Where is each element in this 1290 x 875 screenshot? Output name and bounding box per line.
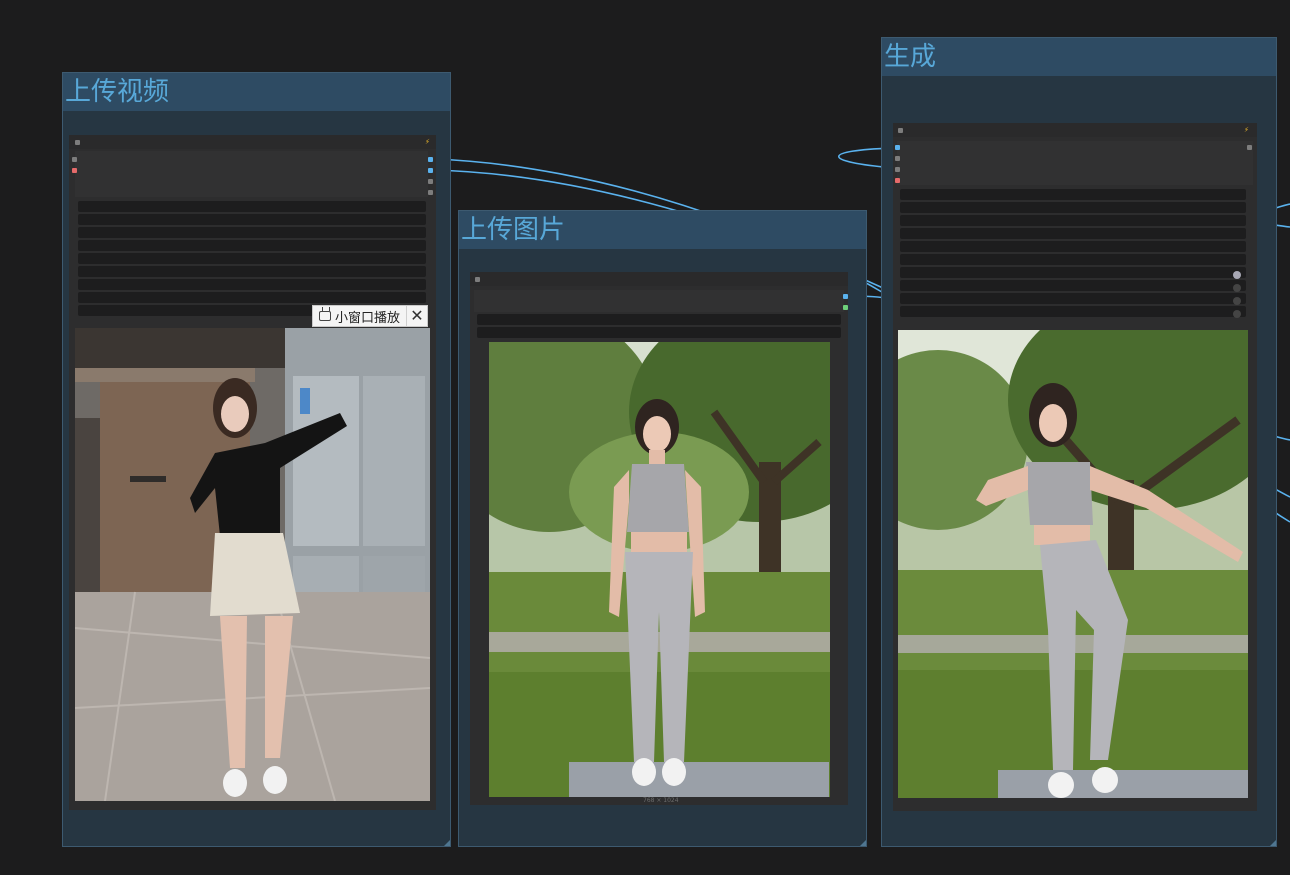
group-title-upload-image[interactable]: 上传图片 (459, 211, 866, 249)
toggle-switch[interactable] (1233, 284, 1241, 292)
widget[interactable] (78, 253, 426, 264)
widget[interactable] (477, 314, 841, 325)
input-slot[interactable] (895, 145, 900, 150)
widget[interactable] (900, 202, 1246, 213)
input-slot[interactable] (895, 178, 900, 183)
widget[interactable] (900, 267, 1246, 278)
widget[interactable] (78, 214, 426, 225)
widget[interactable] (78, 227, 426, 238)
widget[interactable] (900, 215, 1246, 226)
node-io-area (897, 141, 1253, 185)
output-slot[interactable] (428, 157, 433, 162)
video-preview[interactable] (75, 328, 430, 801)
node-header[interactable] (69, 135, 436, 149)
image-preview[interactable] (489, 342, 830, 797)
collapse-dot[interactable] (475, 277, 480, 282)
input-slot[interactable] (72, 168, 77, 173)
widget[interactable] (900, 306, 1246, 317)
toggle-switch[interactable] (1233, 297, 1241, 305)
widget[interactable] (477, 327, 841, 338)
output-slot[interactable] (1247, 145, 1252, 150)
tv-icon (319, 311, 331, 321)
output-slot[interactable] (428, 168, 433, 173)
input-slot[interactable] (72, 157, 77, 162)
pip-button[interactable]: 小窗口播放 (313, 306, 408, 326)
badge-icon: ⚡ (425, 138, 430, 146)
widget[interactable] (900, 293, 1246, 304)
collapse-dot[interactable] (75, 140, 80, 145)
widget[interactable] (78, 240, 426, 251)
widget[interactable] (900, 241, 1246, 252)
node-header[interactable] (470, 272, 848, 286)
pip-overlay[interactable]: 小窗口播放 ✕ (312, 305, 428, 327)
widget[interactable] (900, 254, 1246, 265)
node-io-area (75, 151, 428, 197)
group-resize-handle[interactable] (444, 840, 450, 846)
input-slot[interactable] (895, 156, 900, 161)
widget[interactable] (900, 189, 1246, 200)
widget[interactable] (78, 279, 426, 290)
group-resize-handle[interactable] (860, 840, 866, 846)
toggle-switch[interactable] (1233, 310, 1241, 318)
widget[interactable] (900, 280, 1246, 291)
output-slot[interactable] (428, 179, 433, 184)
widget[interactable] (78, 266, 426, 277)
output-slot[interactable] (428, 190, 433, 195)
group-title-upload-video[interactable]: 上传视频 (63, 73, 450, 111)
node-header[interactable] (893, 123, 1257, 137)
toggle-switch[interactable] (1233, 271, 1241, 279)
node-io-area (474, 290, 844, 312)
group-resize-handle[interactable] (1270, 840, 1276, 846)
collapse-dot[interactable] (898, 128, 903, 133)
widget[interactable] (78, 201, 426, 212)
widget[interactable] (78, 292, 426, 303)
generated-video-preview[interactable] (898, 330, 1248, 798)
output-slot[interactable] (843, 305, 848, 310)
widget[interactable] (900, 228, 1246, 239)
group-title-generate[interactable]: 生成 (882, 38, 1276, 76)
image-size-caption: 768 × 1024 (643, 797, 679, 804)
badge-icon: ⚡ (1244, 126, 1249, 134)
input-slot[interactable] (895, 167, 900, 172)
close-icon[interactable]: ✕ (407, 306, 427, 326)
output-slot[interactable] (843, 294, 848, 299)
pip-label: 小窗口播放 (335, 310, 401, 326)
